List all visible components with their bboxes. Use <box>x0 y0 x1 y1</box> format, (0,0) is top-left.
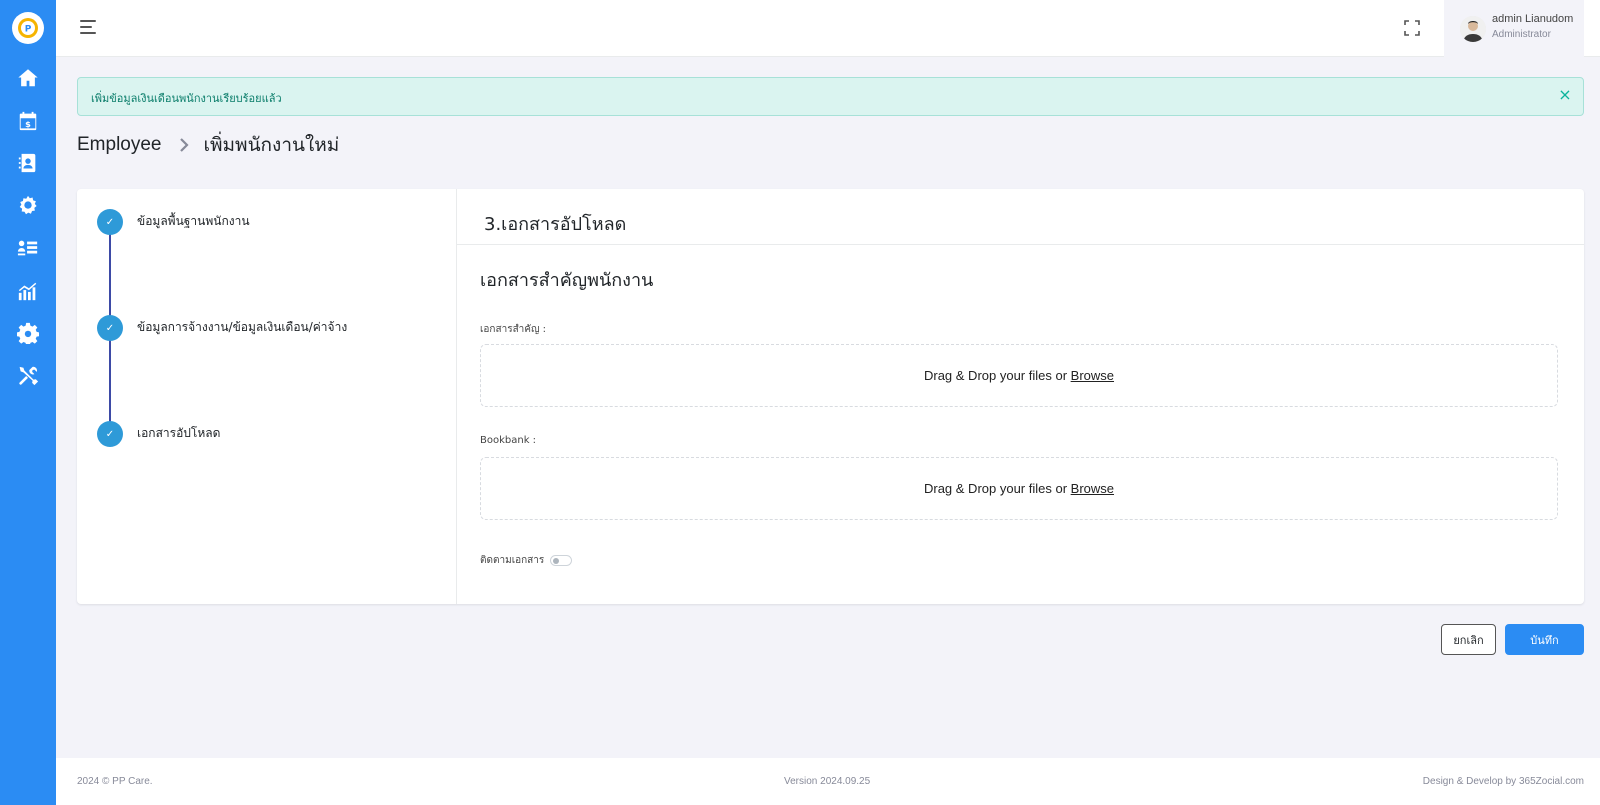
footer-credit: Design & Develop by 365Zocial.com <box>1422 776 1584 787</box>
dropzone-prompt: Drag & Drop your files or <box>923 481 1071 496</box>
settings-gear-icon[interactable] <box>17 322 39 344</box>
page-title: เพิ่มพนักงานใหม่ <box>203 134 340 156</box>
important-docs-label: เอกสารสำคัญ : <box>480 324 547 335</box>
fullscreen-icon[interactable] <box>1404 20 1420 36</box>
step-label: ข้อมูลการจ้างงาน/ข้อมูลเงินเดือน/ค่าจ้าง <box>137 320 348 334</box>
toggle-knob <box>553 558 560 564</box>
address-book-icon[interactable] <box>17 152 39 174</box>
pp-care-logo-icon[interactable]: P <box>12 12 44 44</box>
calendar-dollar-icon[interactable]: $ <box>17 110 39 132</box>
step-document-upload[interactable]: ✓ เอกสารอัปโหลด <box>97 421 220 447</box>
success-alert: เพิ่มข้อมูลเงินเดือนพนักงานเรียบร้อยแล้ว… <box>77 77 1584 116</box>
track-documents-row: ติดตามเอกสาร <box>480 553 573 568</box>
team-gear-icon[interactable] <box>17 195 39 217</box>
track-documents-toggle[interactable] <box>550 555 573 566</box>
section-title: เอกสารสำคัญพนักงาน <box>480 270 654 291</box>
topbar: admin Lianudom Administrator <box>56 0 1600 57</box>
step-title: 3.เอกสารอัปโหลด <box>484 214 627 235</box>
hamburger-menu-icon[interactable] <box>80 20 96 34</box>
save-button[interactable]: บันทึก <box>1505 624 1584 655</box>
check-icon: ✓ <box>97 421 123 447</box>
check-icon: ✓ <box>97 209 123 235</box>
wizard-card: ✓ ข้อมูลพื้นฐานพนักงาน ✓ ข้อมูลการจ้างงา… <box>77 189 1584 604</box>
bookbank-dropzone[interactable]: Drag & Drop your files or Browse <box>480 457 1558 520</box>
dropzone-text: Drag & Drop your files or Browse <box>924 368 1114 383</box>
content-panel: 3.เอกสารอัปโหลด เอกสารสำคัญพนักงาน เอกสา… <box>457 189 1584 604</box>
chevron-right-icon <box>179 138 189 152</box>
steps-panel: ✓ ข้อมูลพื้นฐานพนักงาน ✓ ข้อมูลการจ้างงา… <box>77 189 457 604</box>
content-header: 3.เอกสารอัปโหลด <box>457 189 1584 245</box>
user-profile-dropdown[interactable]: admin Lianudom Administrator <box>1444 0 1584 57</box>
footer: 2024 © PP Care. Version 2024.09.25 Desig… <box>56 758 1600 805</box>
step-basic-info[interactable]: ✓ ข้อมูลพื้นฐานพนักงาน <box>97 209 250 235</box>
breadcrumb-employee-link[interactable]: Employee <box>77 134 162 156</box>
list-detail-icon[interactable] <box>17 237 39 259</box>
sidebar: P $ <box>0 0 56 805</box>
footer-version: Version 2024.09.25 <box>784 776 871 787</box>
user-name: admin Lianudom <box>1492 13 1574 25</box>
dropzone-text: Drag & Drop your files or Browse <box>924 481 1114 496</box>
browse-link[interactable]: Browse <box>1071 368 1114 383</box>
user-role: Administrator <box>1492 29 1551 40</box>
important-docs-dropzone[interactable]: Drag & Drop your files or Browse <box>480 344 1558 407</box>
close-icon[interactable]: × <box>1557 87 1573 103</box>
breadcrumb: Employee เพิ่มพนักงานใหม่ <box>77 130 339 160</box>
step-employment-salary[interactable]: ✓ ข้อมูลการจ้างงาน/ข้อมูลเงินเดือน/ค่าจ้… <box>97 315 347 341</box>
home-icon[interactable] <box>17 67 39 89</box>
step-label: ข้อมูลพื้นฐานพนักงาน <box>137 214 250 228</box>
dropzone-prompt: Drag & Drop your files or <box>923 368 1071 383</box>
tools-icon[interactable] <box>17 365 39 387</box>
cancel-button[interactable]: ยกเลิก <box>1441 624 1496 655</box>
chart-bar-icon[interactable] <box>17 280 39 302</box>
check-icon: ✓ <box>97 315 123 341</box>
avatar <box>1460 16 1486 42</box>
svg-text:$: $ <box>25 119 31 129</box>
footer-copyright: 2024 © PP Care. <box>77 776 153 787</box>
track-documents-label: ติดตามเอกสาร <box>480 555 545 566</box>
browse-link[interactable]: Browse <box>1071 481 1114 496</box>
alert-message: เพิ่มข้อมูลเงินเดือนพนักงานเรียบร้อยแล้ว <box>91 92 282 105</box>
bookbank-label: Bookbank : <box>480 435 537 446</box>
svg-text:P: P <box>25 25 32 35</box>
step-label: เอกสารอัปโหลด <box>137 426 221 440</box>
